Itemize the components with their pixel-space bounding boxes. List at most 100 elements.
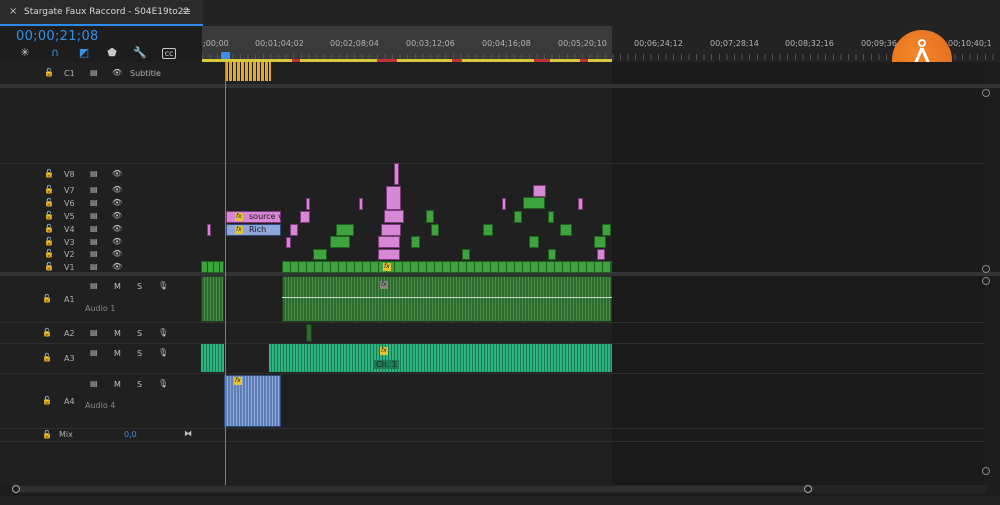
video-clip[interactable]	[548, 249, 556, 260]
mix-volume[interactable]: 0,0	[124, 430, 137, 439]
audio-clip-a4[interactable]	[224, 375, 281, 427]
linked-selection-icon[interactable]: ◩	[77, 46, 91, 60]
video-clip[interactable]	[381, 224, 401, 236]
video-clip[interactable]	[386, 186, 401, 210]
video-clip-strip[interactable]	[282, 261, 612, 273]
audio-clip-a1[interactable]	[282, 276, 612, 322]
audio-clip[interactable]	[201, 276, 224, 322]
lock-icon[interactable]: 🔓	[44, 237, 54, 246]
mute-button[interactable]: M	[114, 380, 121, 389]
track-header-v7[interactable]: 🔓 V7 ▤ 👁	[0, 184, 202, 197]
scroll-end-knob[interactable]	[804, 485, 812, 493]
video-clip[interactable]	[306, 198, 310, 210]
playhead-handle[interactable]	[221, 52, 230, 59]
video-clip[interactable]	[578, 198, 583, 210]
video-clip[interactable]	[330, 236, 350, 248]
eye-icon[interactable]: 👁	[112, 169, 122, 178]
vertical-scroll-knob[interactable]	[982, 89, 990, 97]
audio-clip[interactable]	[201, 344, 224, 372]
lock-icon[interactable]: 🔓	[42, 353, 52, 362]
nest-icon[interactable]: ✳	[18, 46, 32, 60]
sync-lock-icon[interactable]: ▤	[90, 224, 98, 233]
lock-icon[interactable]: 🔓	[44, 262, 54, 271]
playhead-timecode[interactable]: 00;00;21;08	[16, 29, 99, 44]
audio-clip-a3[interactable]	[269, 344, 612, 372]
microphone-icon[interactable]: 🎙	[158, 328, 168, 337]
mute-button[interactable]: M	[114, 329, 121, 338]
snap-icon[interactable]: ∩	[48, 46, 62, 60]
sync-lock-icon[interactable]: ▤	[90, 348, 98, 357]
eye-icon[interactable]: 👁	[112, 237, 122, 246]
horizontal-scroll-thumb[interactable]	[14, 486, 814, 492]
track-header-v4[interactable]: 🔓 V4 ▤ 👁	[0, 223, 202, 236]
lock-icon[interactable]: 🔓	[42, 328, 52, 337]
eye-icon[interactable]: 👁	[112, 185, 122, 194]
mute-button[interactable]: M	[114, 349, 121, 358]
sync-lock-icon[interactable]: ▤	[90, 237, 98, 246]
panel-menu-icon[interactable]: ≡	[182, 5, 191, 18]
lock-icon[interactable]: 🔓	[44, 185, 54, 194]
track-header-mix[interactable]: 🔓 Mix 0,0 ⧓	[0, 429, 202, 441]
video-clip[interactable]	[313, 249, 327, 260]
sync-lock-icon[interactable]: ▤	[90, 185, 98, 194]
video-clip[interactable]	[502, 198, 506, 210]
close-tab-icon[interactable]: ×	[9, 6, 17, 17]
eye-icon[interactable]: 👁	[112, 249, 122, 258]
audio-clip[interactable]	[306, 324, 312, 342]
video-clip[interactable]	[594, 236, 606, 248]
video-clip[interactable]	[533, 185, 546, 197]
track-header-v1[interactable]: 🔓 V1 ▤ 👁	[0, 261, 202, 274]
lock-icon[interactable]: 🔓	[42, 396, 52, 405]
microphone-icon[interactable]: 🎙	[158, 281, 168, 290]
video-clip[interactable]	[378, 236, 400, 248]
lock-icon[interactable]: 🔓	[44, 198, 54, 207]
video-clip[interactable]	[336, 224, 354, 236]
vertical-scroll-knob[interactable]	[982, 265, 990, 273]
video-clip[interactable]	[394, 163, 399, 185]
sync-lock-icon[interactable]: ▤	[90, 169, 98, 178]
sync-lock-icon[interactable]: ▤	[90, 262, 98, 271]
video-clip[interactable]	[201, 261, 224, 273]
sync-lock-icon[interactable]: ▤	[90, 281, 98, 290]
lock-icon[interactable]: 🔓	[44, 211, 54, 220]
volume-line[interactable]	[282, 297, 612, 298]
track-header-a1[interactable]: 🔓 A1 ▤ M S 🎙 Audio 1	[0, 278, 202, 322]
eye-icon[interactable]: 👁	[112, 198, 122, 207]
lock-icon[interactable]: 🔓	[44, 224, 54, 233]
track-header-v8[interactable]: 🔓 V8 ▤ 👁	[0, 168, 202, 181]
track-header-a3[interactable]: 🔓 A3 ▤ M S 🎙	[0, 344, 202, 372]
video-clip[interactable]	[426, 210, 434, 223]
video-clip[interactable]	[378, 249, 400, 260]
sync-lock-icon[interactable]: ▤	[90, 249, 98, 258]
playhead-line[interactable]	[225, 62, 226, 485]
video-clip[interactable]	[560, 224, 572, 236]
video-clip[interactable]	[300, 211, 310, 223]
video-clip[interactable]	[514, 211, 522, 223]
video-clip[interactable]	[523, 197, 545, 209]
sync-lock-icon[interactable]: ▤	[90, 211, 98, 220]
video-clip[interactable]	[411, 236, 420, 248]
scroll-start-knob[interactable]	[12, 485, 20, 493]
video-clip[interactable]	[602, 224, 611, 236]
video-clip[interactable]	[290, 224, 298, 236]
eye-icon[interactable]: 👁	[112, 262, 122, 271]
microphone-icon[interactable]: 🎙	[158, 379, 168, 388]
eye-icon[interactable]: 👁	[112, 224, 122, 233]
captions-icon[interactable]: cc	[162, 48, 176, 59]
wrench-icon[interactable]: 🔧	[133, 46, 147, 60]
track-header-a4[interactable]: 🔓 A4 ▤ M S 🎙 Audio 4	[0, 375, 202, 427]
video-clip[interactable]	[431, 224, 439, 236]
vertical-scroll-knob[interactable]	[982, 277, 990, 285]
solo-button[interactable]: S	[137, 282, 142, 291]
video-clip[interactable]	[359, 198, 363, 210]
mix-navigate-icon[interactable]: ⧓	[184, 429, 192, 438]
vertical-scroll-knob[interactable]	[982, 467, 990, 475]
lock-icon[interactable]: 🔓	[42, 294, 52, 303]
solo-button[interactable]: S	[137, 349, 142, 358]
video-clip[interactable]	[548, 211, 554, 223]
solo-button[interactable]: S	[137, 329, 142, 338]
video-clip[interactable]	[384, 210, 404, 223]
video-clip[interactable]	[483, 224, 493, 236]
video-clip[interactable]	[462, 249, 470, 260]
eye-icon[interactable]: 👁	[112, 211, 122, 220]
